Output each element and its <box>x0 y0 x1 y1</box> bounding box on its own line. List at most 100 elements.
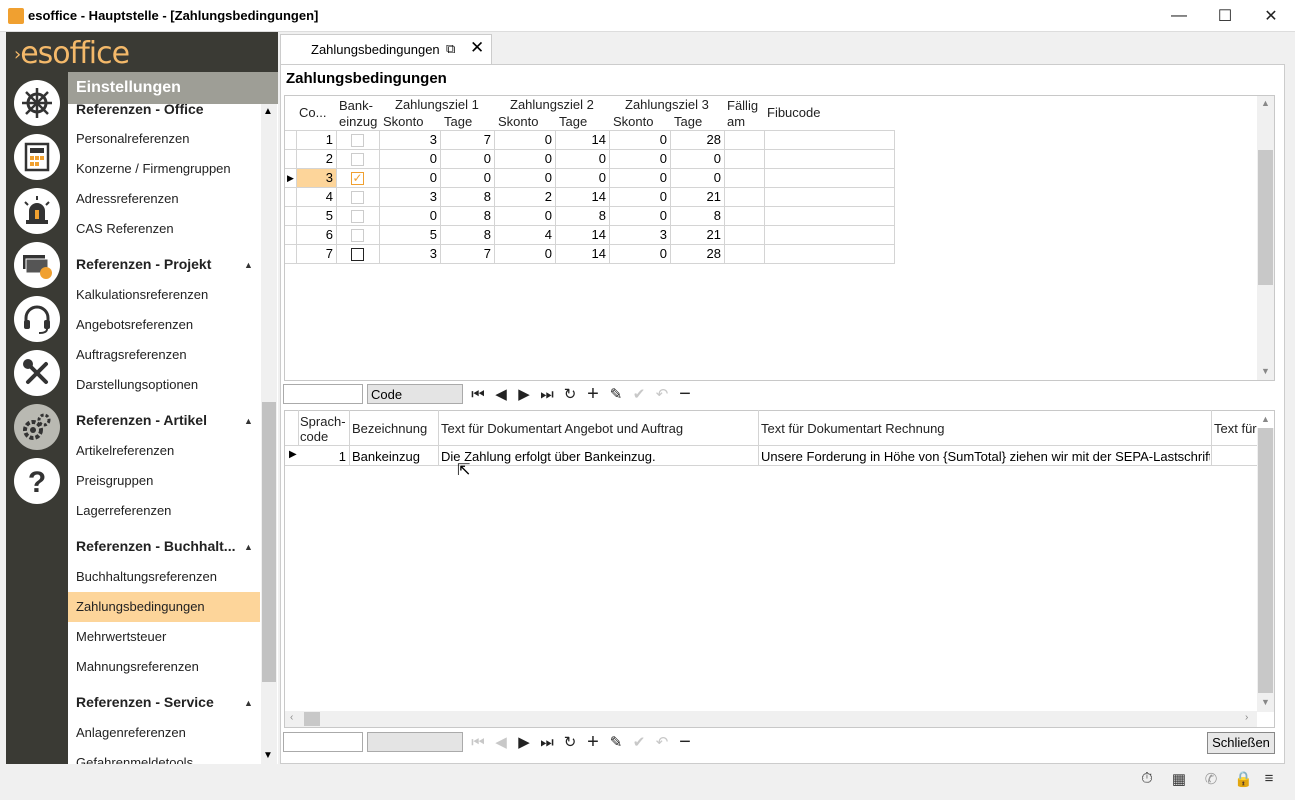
cell-t3[interactable]: 0 <box>671 169 725 188</box>
col-tage3-header[interactable]: Tage <box>674 114 702 129</box>
nav-buchhaltungsreferenzen[interactable]: Buchhaltungsreferenzen <box>68 562 260 592</box>
scroll-down-icon[interactable]: ▼ <box>1261 366 1270 376</box>
cell-t3[interactable]: 28 <box>671 245 725 264</box>
undo-icon[interactable]: ↶ <box>652 384 672 404</box>
cell-code[interactable]: 4 <box>297 188 337 207</box>
first-record-icon[interactable]: ⏮ <box>468 732 488 752</box>
building-icon[interactable]: ▦ <box>1170 770 1188 788</box>
scroll-down-icon[interactable]: ▼ <box>1261 697 1270 707</box>
bottom-grid-scroll-thumb[interactable] <box>1258 428 1273 693</box>
col-sprachcode-header-1[interactable]: Sprach- <box>300 414 346 429</box>
cell-bank[interactable] <box>337 131 380 150</box>
cell-t1[interactable]: 0 <box>441 150 495 169</box>
cell-s1[interactable]: 3 <box>380 245 441 264</box>
cell-t3[interactable]: 28 <box>671 131 725 150</box>
row-indicator[interactable] <box>285 131 297 150</box>
cell-s3[interactable]: 3 <box>610 226 671 245</box>
cell-code[interactable]: 7 <box>297 245 337 264</box>
database-icon[interactable]: ≡ <box>1260 770 1278 788</box>
top-search-input[interactable] <box>283 384 363 404</box>
cell-s2[interactable]: 0 <box>495 150 556 169</box>
collapse-caret-icon[interactable]: ▲ <box>244 260 253 270</box>
nav-preisgruppen[interactable]: Preisgruppen <box>68 466 260 496</box>
bankeinzug-checkbox[interactable]: ✓ <box>351 172 364 185</box>
collapse-caret-icon[interactable]: ▲ <box>244 698 253 708</box>
top-field-select[interactable]: Code <box>367 384 463 404</box>
edit-icon[interactable]: ✎ <box>606 384 626 404</box>
cell-s3[interactable]: 0 <box>610 131 671 150</box>
cell-bank[interactable] <box>337 150 380 169</box>
cell-faellig[interactable] <box>725 169 765 188</box>
refresh-icon[interactable]: ↻ <box>560 384 580 404</box>
cell-s2[interactable]: 4 <box>495 226 556 245</box>
cell-fibu[interactable] <box>765 150 895 169</box>
minimize-button[interactable]: — <box>1156 0 1202 32</box>
col-bankeinzug-header-1[interactable]: Bank- <box>339 98 373 113</box>
cell-fibu[interactable] <box>765 188 895 207</box>
row-rechnung-text[interactable]: Unsere Forderung in Höhe von {SumTotal} … <box>761 449 1210 464</box>
delete-icon[interactable]: − <box>675 383 695 405</box>
row-indicator[interactable] <box>285 226 297 245</box>
cell-s1[interactable]: 5 <box>380 226 441 245</box>
sidebar-scroll-thumb[interactable] <box>262 402 276 682</box>
collapse-caret-icon[interactable]: ▲ <box>244 542 253 552</box>
bottom-search-input[interactable] <box>283 732 363 752</box>
col-skonto2-header[interactable]: Skonto <box>498 114 538 129</box>
nav-konzerne[interactable]: Konzerne / Firmengruppen <box>68 154 260 184</box>
col-angebot-header[interactable]: Text für Dokumentart Angebot und Auftrag <box>441 421 683 436</box>
cell-t2[interactable]: 14 <box>556 226 610 245</box>
cell-bank[interactable] <box>337 207 380 226</box>
helm-icon[interactable] <box>14 80 60 126</box>
save-icon[interactable]: ✔ <box>629 732 649 752</box>
cell-faellig[interactable] <box>725 245 765 264</box>
bankeinzug-checkbox[interactable] <box>351 210 364 223</box>
first-record-icon[interactable]: ⏮ <box>468 384 488 404</box>
col-more-header[interactable]: Text für <box>1214 421 1257 436</box>
nav-gefahrenmeldetools[interactable]: Gefahrenmeldetools <box>68 748 260 764</box>
col-sprachcode-header-2[interactable]: code <box>300 429 328 444</box>
col-faellig-header-1[interactable]: Fällig <box>727 98 758 113</box>
save-icon[interactable]: ✔ <box>629 384 649 404</box>
cell-t3[interactable]: 21 <box>671 226 725 245</box>
row-bezeichnung[interactable]: Bankeinzug <box>352 449 420 464</box>
cell-fibu[interactable] <box>765 207 895 226</box>
col-code-header[interactable]: Co... <box>299 105 326 120</box>
top-grid-scroll-thumb[interactable] <box>1258 150 1273 285</box>
col-skonto1-header[interactable]: Skonto <box>383 114 423 129</box>
bankeinzug-checkbox[interactable] <box>351 153 364 166</box>
calculator-icon[interactable] <box>14 134 60 180</box>
nav-auftragsreferenzen[interactable]: Auftragsreferenzen <box>68 340 260 370</box>
col-rechnung-header[interactable]: Text für Dokumentart Rechnung <box>761 421 945 436</box>
cell-s1[interactable]: 0 <box>380 169 441 188</box>
cell-s3[interactable]: 0 <box>610 207 671 226</box>
col-tage2-header[interactable]: Tage <box>559 114 587 129</box>
cell-s3[interactable]: 0 <box>610 169 671 188</box>
cell-t3[interactable]: 8 <box>671 207 725 226</box>
row-indicator[interactable] <box>285 150 297 169</box>
cell-t1[interactable]: 8 <box>441 207 495 226</box>
maximize-button[interactable]: ☐ <box>1202 0 1248 32</box>
nav-lagerreferenzen[interactable]: Lagerreferenzen <box>68 496 260 526</box>
cell-t1[interactable]: 7 <box>441 245 495 264</box>
alarm-icon[interactable] <box>14 188 60 234</box>
nav-personalreferenzen[interactable]: Personalreferenzen <box>68 124 260 154</box>
cell-bank[interactable] <box>337 226 380 245</box>
nav-mahnungsreferenzen[interactable]: Mahnungsreferenzen <box>68 652 260 682</box>
scroll-up-icon[interactable]: ▲ <box>263 106 273 117</box>
last-record-icon[interactable]: ⏭ <box>537 384 557 404</box>
col-bezeichnung-header[interactable]: Bezeichnung <box>352 421 427 436</box>
gears-icon[interactable] <box>14 404 60 450</box>
collapse-caret-icon[interactable]: ▲ <box>244 416 253 426</box>
cell-faellig[interactable] <box>725 150 765 169</box>
nav-adressreferenzen[interactable]: Adressreferenzen <box>68 184 260 214</box>
cell-t2[interactable]: 14 <box>556 131 610 150</box>
cell-code[interactable]: 3 <box>297 169 337 188</box>
nav-darstellungsoptionen[interactable]: Darstellungsoptionen <box>68 370 260 400</box>
cell-fibu[interactable] <box>765 245 895 264</box>
horizontal-scrollbar[interactable] <box>285 711 1257 727</box>
cell-fibu[interactable] <box>765 131 895 150</box>
row-indicator[interactable]: ▶ <box>285 169 297 188</box>
headset-icon[interactable] <box>14 296 60 342</box>
nav-mehrwertsteuer[interactable]: Mehrwertsteuer <box>68 622 260 652</box>
cell-code[interactable]: 1 <box>297 131 337 150</box>
